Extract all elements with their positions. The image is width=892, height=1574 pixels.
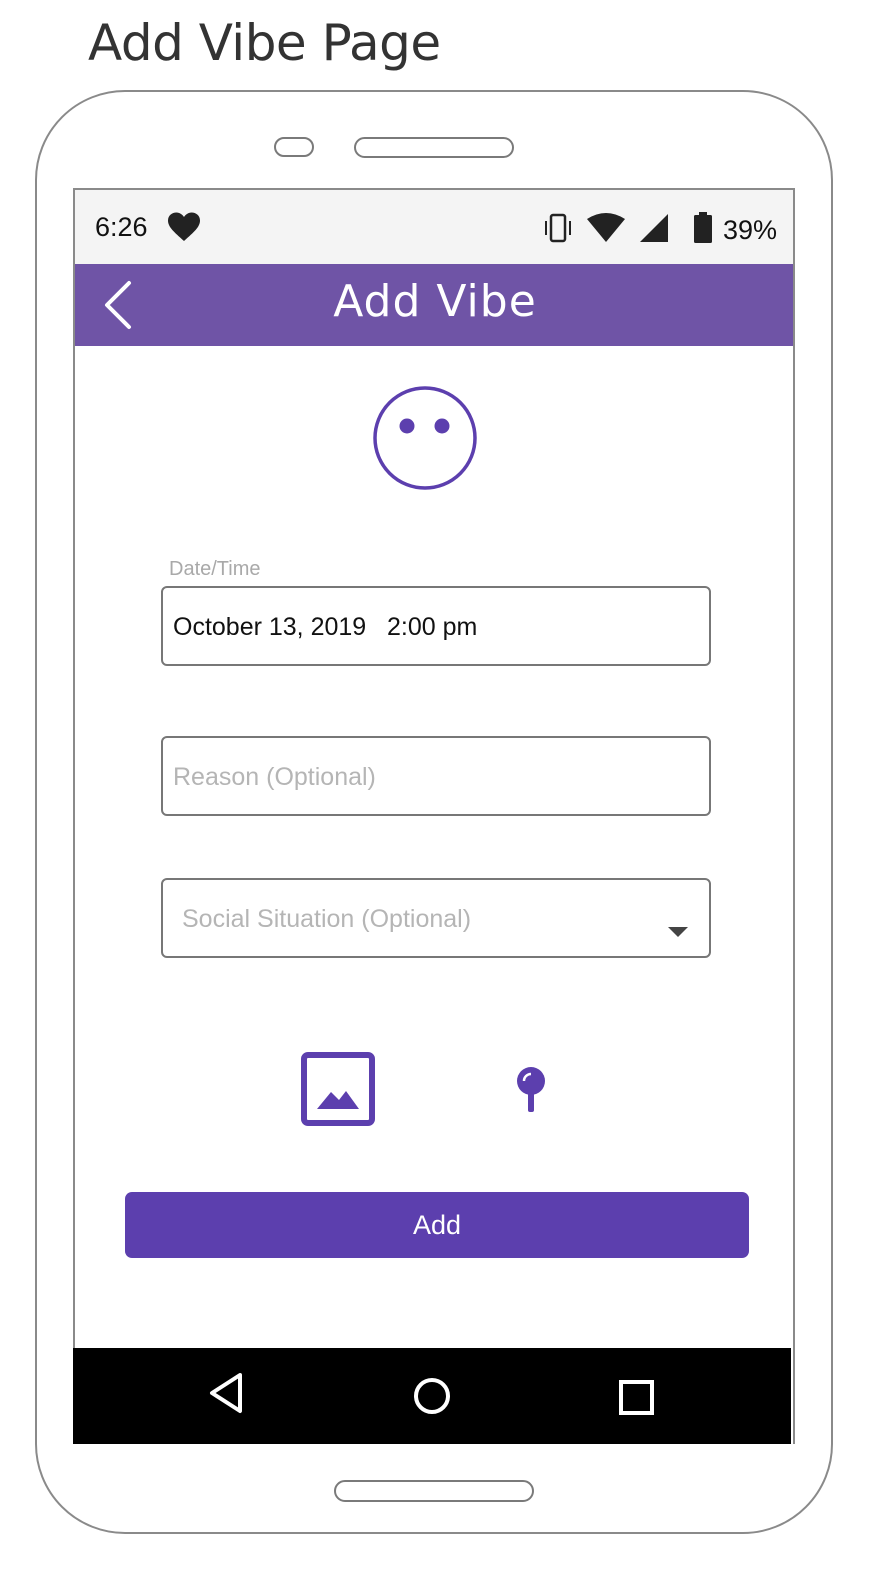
battery-icon bbox=[693, 212, 713, 248]
app-bar: Add Vibe bbox=[75, 264, 793, 346]
home-circle-icon[interactable] bbox=[412, 1372, 452, 1420]
status-bar: 6:26 39% bbox=[75, 190, 793, 266]
system-nav-bar bbox=[73, 1348, 791, 1444]
page-heading: Add Vibe Page bbox=[88, 14, 441, 72]
front-camera bbox=[274, 137, 314, 157]
battery-percent: 39% bbox=[722, 214, 777, 245]
reason-placeholder: Reason (Optional) bbox=[173, 763, 376, 791]
app-bar-title: Add Vibe bbox=[333, 276, 537, 327]
social-situation-placeholder: Social Situation (Optional) bbox=[182, 905, 472, 933]
heart-icon bbox=[167, 212, 201, 246]
status-icons: 39% bbox=[529, 212, 777, 248]
wifi-icon bbox=[586, 213, 625, 247]
caret-down-icon bbox=[667, 916, 689, 945]
back-triangle-icon[interactable] bbox=[209, 1372, 243, 1418]
social-situation-select[interactable]: Social Situation (Optional) bbox=[161, 878, 711, 958]
datetime-field[interactable]: October 13, 2019 2:00 pm bbox=[161, 586, 711, 666]
datetime-value: October 13, 2019 2:00 pm bbox=[173, 613, 478, 641]
home-button-slot bbox=[334, 1480, 534, 1502]
neutral-face-icon[interactable] bbox=[371, 384, 479, 496]
add-button[interactable]: Add bbox=[125, 1192, 749, 1258]
datetime-label: Date/Time bbox=[169, 558, 261, 580]
recent-square-icon[interactable] bbox=[617, 1372, 657, 1422]
vibrate-icon bbox=[543, 212, 573, 248]
status-time: 6:26 bbox=[95, 212, 148, 242]
location-pin-icon[interactable] bbox=[515, 1066, 547, 1118]
image-icon[interactable] bbox=[301, 1052, 375, 1130]
reason-input[interactable]: Reason (Optional) bbox=[161, 736, 711, 816]
signal-icon bbox=[639, 213, 669, 247]
phone-screen: 6:26 39% Add Vibe Date/Time October 13, … bbox=[73, 188, 795, 1444]
earpiece-speaker bbox=[354, 137, 514, 158]
